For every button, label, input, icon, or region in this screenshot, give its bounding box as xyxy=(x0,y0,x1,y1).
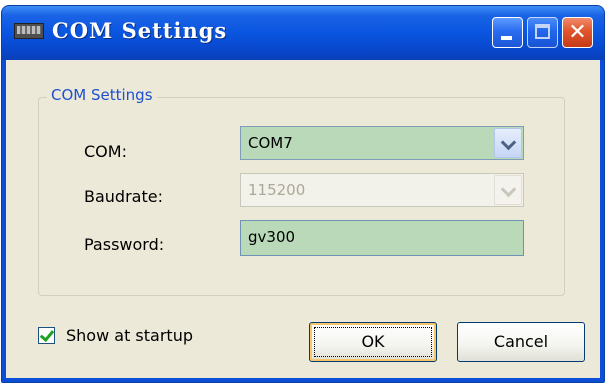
com-dropdown-button[interactable] xyxy=(494,128,522,158)
baudrate-label: Baudrate: xyxy=(84,187,163,206)
maximize-icon xyxy=(535,24,550,39)
show-at-startup-label[interactable]: Show at startup xyxy=(66,325,193,347)
close-button[interactable]: ✕ xyxy=(562,17,593,48)
password-field-value: gv300 xyxy=(248,228,296,246)
window-title: COM Settings xyxy=(52,18,228,43)
baudrate-select: 115200 xyxy=(240,173,524,207)
group-legend: COM Settings xyxy=(47,85,157,105)
checkbox-box[interactable] xyxy=(38,326,55,344)
com-select[interactable]: COM7 xyxy=(240,126,524,160)
ok-button[interactable]: OK xyxy=(309,322,437,362)
close-icon: ✕ xyxy=(568,20,587,45)
password-field[interactable]: gv300 xyxy=(240,220,524,256)
minimize-button[interactable] xyxy=(492,17,523,48)
com-select-value: COM7 xyxy=(248,134,293,152)
chevron-down-icon xyxy=(500,134,517,151)
password-label: Password: xyxy=(84,235,165,254)
cancel-button[interactable]: Cancel xyxy=(457,322,585,362)
dialog-body: COM Settings COM: COM7 Baudrate: 115200 … xyxy=(6,60,600,378)
baudrate-select-value: 115200 xyxy=(248,181,306,199)
checkmark-icon xyxy=(39,326,55,343)
com-label: COM: xyxy=(84,142,127,161)
title-bar[interactable]: COM Settings ✕ xyxy=(2,6,604,60)
baudrate-dropdown-button xyxy=(494,175,522,205)
maximize-button xyxy=(527,17,558,48)
minimize-icon xyxy=(501,36,512,40)
serial-port-icon xyxy=(14,23,44,39)
chevron-down-icon xyxy=(500,181,517,198)
com-settings-dialog: COM Settings ✕ COM Settings COM: COM7 Ba… xyxy=(1,5,605,383)
